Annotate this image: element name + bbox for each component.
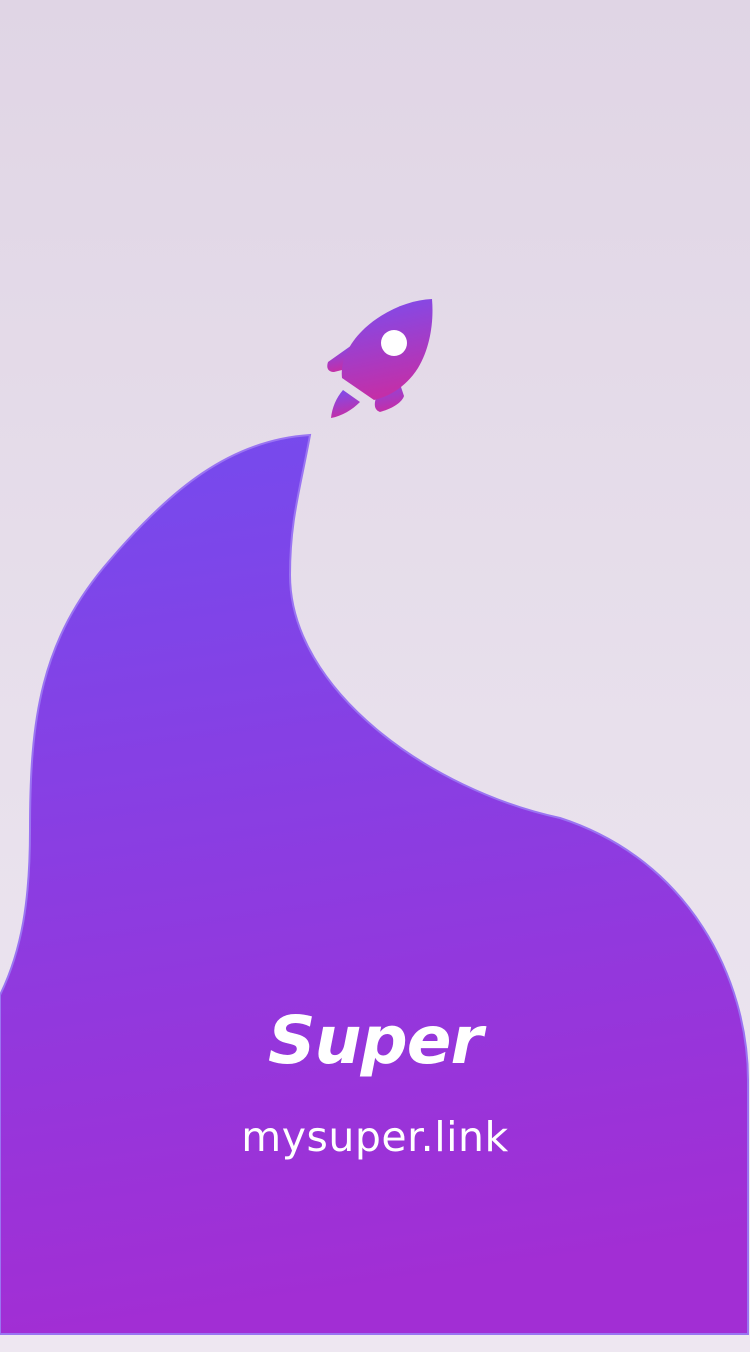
brand-name: Super xyxy=(267,1002,483,1079)
rocket-icon xyxy=(327,299,433,418)
site-url[interactable]: mysuper.link xyxy=(0,1108,750,1166)
launch-wave xyxy=(0,433,749,1335)
